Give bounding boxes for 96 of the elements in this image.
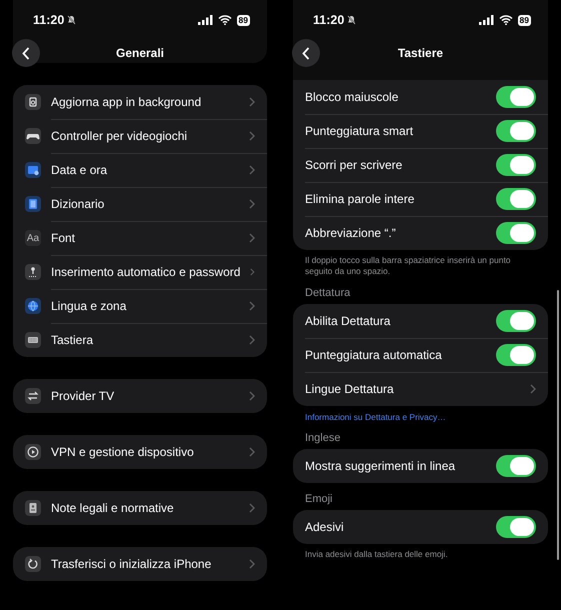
toggle-row[interactable]: Elimina parole intere (293, 182, 548, 216)
back-button[interactable] (12, 39, 40, 67)
back-chevron-icon (302, 46, 310, 60)
toggle-switch[interactable] (496, 222, 536, 244)
row-label: Inserimento automatico e password (51, 265, 240, 279)
chevron-icon (249, 391, 255, 401)
key-icon (25, 264, 41, 280)
toggle-switch[interactable] (496, 120, 536, 142)
row-label: Blocco maiuscole (305, 90, 400, 104)
settings-row[interactable]: Note legali e normative (13, 491, 267, 525)
status-time: 11:20 (313, 13, 344, 27)
status-time: 11:20 (33, 13, 64, 27)
toggle-row[interactable]: Blocco maiuscole (293, 80, 548, 114)
chevron-icon (250, 267, 255, 277)
nav-title: Generali (116, 46, 164, 60)
arrows-icon (25, 388, 41, 404)
settings-row[interactable]: Data e ora (13, 153, 267, 187)
toggle-switch[interactable] (496, 344, 536, 366)
settings-row[interactable]: VPN e gestione dispositivo (13, 435, 267, 469)
row-label: Mostra suggerimenti in linea (305, 459, 456, 473)
row-label: Abilita Dettatura (305, 314, 392, 328)
settings-row[interactable]: Inserimento automatico e password (13, 255, 267, 289)
row-label: Punteggiatura smart (305, 124, 414, 138)
settings-row[interactable]: Controller per videogiochi (13, 119, 267, 153)
play-circle-icon (25, 444, 41, 460)
row-label: Punteggiatura automatica (305, 348, 443, 362)
row-label: Adesivi (305, 520, 345, 534)
toggle-switch[interactable] (496, 516, 536, 538)
book-icon (25, 196, 41, 212)
toggle-switch[interactable] (496, 154, 536, 176)
row-label: VPN e gestione dispositivo (51, 445, 195, 459)
toggle-row[interactable]: Abbreviazione “.” (293, 216, 548, 250)
chevron-icon (249, 335, 255, 345)
row-label: Elimina parole intere (305, 192, 416, 206)
signal-icon (478, 15, 494, 25)
settings-row[interactable]: Trasferisci o inizializza iPhone (13, 547, 267, 581)
font-icon: Aa (25, 230, 41, 246)
calendar-icon (25, 162, 41, 178)
wifi-icon (218, 15, 232, 25)
settings-row[interactable]: Dizionario (13, 187, 267, 221)
row-label: Scorri per scrivere (305, 158, 404, 172)
toggle-row[interactable]: Abilita Dettatura (293, 304, 548, 338)
chevron-icon (249, 447, 255, 457)
bell-slash-icon (67, 15, 76, 25)
globe-icon (25, 298, 41, 314)
chevron-icon (249, 559, 255, 569)
settings-row[interactable]: Tastiera (13, 323, 267, 357)
document-icon (25, 500, 41, 516)
toggle-switch[interactable] (496, 86, 536, 108)
bell-slash-icon (347, 15, 356, 25)
chevron-icon (249, 97, 255, 107)
toggle-row[interactable]: Punteggiatura smart (293, 114, 548, 148)
chevron-icon (530, 384, 536, 394)
row-label: Controller per videogiochi (51, 129, 188, 143)
gamepad-icon (25, 128, 41, 144)
signal-icon (198, 15, 213, 25)
back-chevron-icon (22, 46, 30, 60)
privacy-link[interactable]: Informazioni su Dettatura e Privacy… (293, 406, 458, 422)
nav-title: Tastiere (398, 46, 444, 60)
row-label: Data e ora (51, 163, 108, 177)
chevron-icon (249, 233, 255, 243)
row-label: Lingue Dettatura (305, 382, 395, 396)
settings-row[interactable]: Lingue Dettatura (293, 372, 548, 406)
chevron-icon (249, 503, 255, 513)
settings-row[interactable]: Aa Font (13, 221, 267, 255)
section-header: Inglese (304, 431, 342, 446)
section-header: Emoji (304, 492, 334, 507)
settings-row[interactable]: Aggiorna app in background (13, 85, 267, 119)
settings-row[interactable]: Lingua e zona (13, 289, 267, 323)
row-label: Dizionario (51, 197, 106, 211)
chevron-icon (249, 131, 255, 141)
row-label: Tastiera (51, 333, 94, 347)
toggle-row[interactable]: Scorri per scrivere (293, 148, 548, 182)
row-label: Font (51, 231, 76, 245)
toggle-row[interactable]: Punteggiatura automatica (293, 338, 548, 372)
row-label: Note legali e normative (51, 501, 175, 515)
settings-row[interactable]: Provider TV (13, 379, 267, 413)
footer-note: Invia adesivi dalla tastiera delle emoji. (304, 548, 449, 560)
toggle-row[interactable]: Mostra suggerimenti in linea (293, 449, 548, 483)
toggle-switch[interactable] (496, 455, 536, 477)
chevron-icon (249, 199, 255, 209)
footer-note: Il doppio tocco sulla barra spaziatrice inserirà un punto seguito da uno spazio. (304, 254, 512, 277)
toggle-row[interactable]: Adesivi (293, 510, 548, 544)
chevron-icon (249, 165, 255, 175)
row-label: Trasferisci o inizializza iPhone (51, 557, 212, 571)
row-label: Abbreviazione “.” (305, 226, 397, 240)
toggle-switch[interactable] (496, 188, 536, 210)
wifi-icon (498, 15, 513, 25)
section-header: Dettatura (304, 286, 352, 301)
toggle-switch[interactable] (496, 310, 536, 332)
chevron-icon (249, 301, 255, 311)
keyboard-icon (25, 332, 41, 348)
row-label: Aggiorna app in background (51, 95, 202, 109)
app-refresh-icon (25, 94, 41, 110)
row-label: Lingua e zona (51, 299, 128, 313)
row-label: Provider TV (51, 389, 116, 403)
